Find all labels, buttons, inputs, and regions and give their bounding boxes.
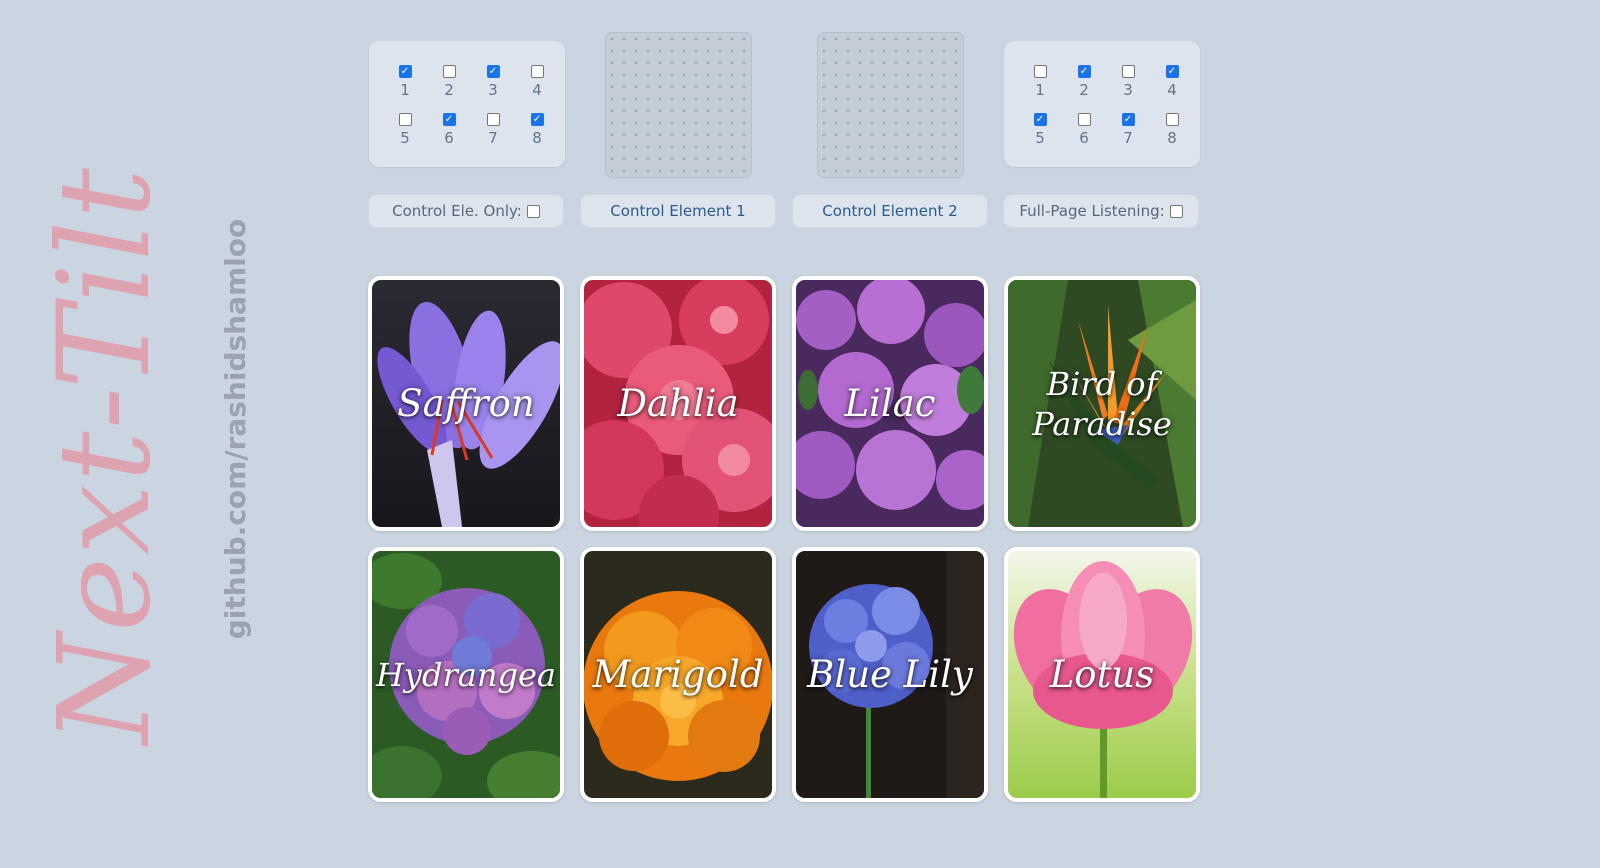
left-panel-checkbox-6[interactable]: ✓ [442,113,456,126]
right-panel-option-6[interactable]: 6 [1062,113,1106,147]
card-saffron[interactable]: Saffron [368,276,564,531]
left-panel-checkbox-label-3: 3 [488,81,498,99]
card-lilac[interactable]: Lilac [792,276,988,531]
right-panel-checkbox-label-7: 7 [1123,129,1133,147]
left-panel-checkbox-7[interactable] [486,113,500,126]
left-panel-checkbox-label-4: 4 [532,81,542,99]
left-panel-checkbox-2[interactable] [442,65,456,78]
left-panel-option-6[interactable]: ✓ 6 [427,113,471,147]
left-panel-checkbox-label-2: 2 [444,81,454,99]
card-title: Bird of Paradise [1032,364,1172,443]
right-panel-checkbox-label-2: 2 [1079,81,1089,99]
card-hydrangea[interactable]: Hydrangea [368,547,564,802]
control-only-checkbox[interactable] [526,204,540,218]
left-panel-checkbox-label-1: 1 [400,81,410,99]
card-title: Lotus [1049,652,1155,696]
left-checkbox-panel: ✓ 1 2 ✓ 3 4 5 ✓ 6 7 ✓ 8 [369,41,565,167]
right-panel-checkbox-label-3: 3 [1123,81,1133,99]
left-panel-checkbox-8[interactable]: ✓ [530,113,544,126]
full-page-listening-toggle[interactable]: Full-Page Listening: [1003,194,1199,228]
left-panel-checkbox-3[interactable]: ✓ [486,65,500,78]
right-panel-checkbox-2[interactable]: ✓ [1077,65,1091,78]
right-panel-checkbox-label-6: 6 [1079,129,1089,147]
right-panel-option-8[interactable]: 8 [1150,113,1194,147]
right-panel-checkbox-1[interactable] [1033,65,1047,78]
card-title: Hydrangea [376,655,556,694]
right-panel-checkbox-label-1: 1 [1035,81,1045,99]
card-title: Dahlia [617,381,739,425]
brand-title: Next-Tilt [31,166,178,744]
right-panel-checkbox-4[interactable]: ✓ [1165,65,1179,78]
left-panel-option-4[interactable]: 4 [515,65,559,99]
right-panel-checkbox-label-8: 8 [1167,129,1177,147]
card-title: Lilac [844,381,936,425]
right-panel-checkbox-3[interactable] [1121,65,1135,78]
card-blue-lily[interactable]: Blue Lily [792,547,988,802]
control-element-1-button[interactable]: Control Element 1 [580,194,776,228]
left-panel-checkbox-label-5: 5 [400,129,410,147]
right-panel-checkbox-6[interactable] [1077,113,1091,126]
card-title: Saffron [397,381,535,425]
right-checkbox-panel: 1 ✓ 2 3 ✓ 4 ✓ 5 6 ✓ 7 8 [1004,41,1200,167]
right-panel-checkbox-label-4: 4 [1167,81,1177,99]
left-panel-checkbox-label-8: 8 [532,129,542,147]
right-panel-checkbox-label-5: 5 [1035,129,1045,147]
right-panel-checkbox-7[interactable]: ✓ [1121,113,1135,126]
right-panel-option-5[interactable]: ✓ 5 [1018,113,1062,147]
right-panel-option-2[interactable]: ✓ 2 [1062,65,1106,99]
left-panel-option-2[interactable]: 2 [427,65,471,99]
control-element-2-area[interactable] [817,32,964,178]
left-panel-checkbox-5[interactable] [398,113,412,126]
card-marigold[interactable]: Marigold [580,547,776,802]
left-panel-checkbox-label-7: 7 [488,129,498,147]
left-panel-option-1[interactable]: ✓ 1 [383,65,427,99]
card-title: Marigold [592,652,764,696]
control-only-label: Control Ele. Only: [392,202,522,220]
right-panel-checkbox-8[interactable] [1165,113,1179,126]
left-panel-checkbox-label-6: 6 [444,129,454,147]
card-bird-of-paradise[interactable]: Bird of Paradise [1004,276,1200,531]
control-only-toggle[interactable]: Control Ele. Only: [368,194,564,228]
right-panel-option-7[interactable]: ✓ 7 [1106,113,1150,147]
right-panel-checkbox-5[interactable]: ✓ [1033,113,1047,126]
right-panel-option-1[interactable]: 1 [1018,65,1062,99]
left-panel-option-3[interactable]: ✓ 3 [471,65,515,99]
left-panel-checkbox-4[interactable] [530,65,544,78]
control-element-2-button[interactable]: Control Element 2 [792,194,988,228]
full-page-listening-label: Full-Page Listening: [1019,202,1165,220]
left-panel-option-8[interactable]: ✓ 8 [515,113,559,147]
card-title: Blue Lily [807,652,973,696]
card-dahlia[interactable]: Dahlia [580,276,776,531]
right-panel-option-4[interactable]: ✓ 4 [1150,65,1194,99]
left-panel-option-5[interactable]: 5 [383,113,427,147]
full-page-listening-checkbox[interactable] [1169,204,1183,218]
left-panel-option-7[interactable]: 7 [471,113,515,147]
github-link[interactable]: github.com/rashidshamloo [218,189,254,669]
right-panel-option-3[interactable]: 3 [1106,65,1150,99]
card-lotus[interactable]: Lotus [1004,547,1200,802]
left-panel-checkbox-1[interactable]: ✓ [398,65,412,78]
control-element-1-area[interactable] [605,32,752,178]
